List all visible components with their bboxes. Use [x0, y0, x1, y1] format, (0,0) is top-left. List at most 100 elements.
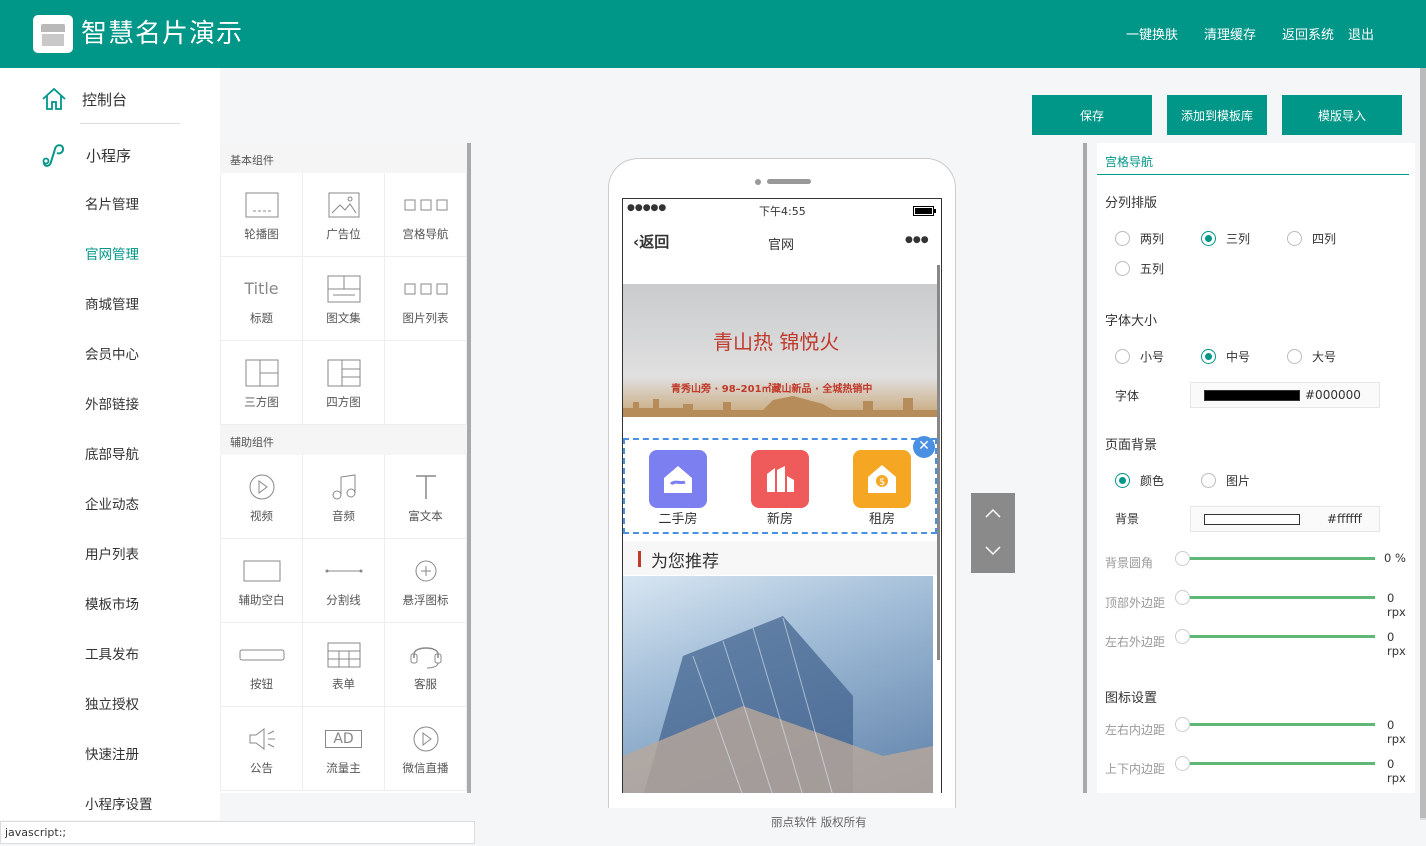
back-button[interactable]: ‹返回	[633, 231, 669, 252]
component-live[interactable]: 微信直播	[385, 707, 467, 791]
lr-margin-slider-track[interactable]	[1181, 635, 1375, 638]
component-carousel[interactable]: 轮播图	[221, 173, 303, 257]
component-button[interactable]: 按钮	[221, 623, 303, 707]
icon-tb-padding-slider-track[interactable]	[1181, 762, 1375, 765]
bg-color-picker[interactable]: #ffffff	[1190, 506, 1380, 532]
sidebar-item-shop[interactable]: 商城管理	[85, 296, 153, 346]
component-service[interactable]: 客服	[385, 623, 467, 707]
aux-components-grid: 视频 音频 富文本 辅助空白 分割线 悬浮图标 按钮 表单 客服 公告 AD 流量…	[220, 455, 471, 791]
radio-bg-color[interactable]: 颜色	[1115, 472, 1164, 489]
component-richtext-label: 富文本	[408, 508, 443, 523]
radio-three-columns[interactable]: 三列	[1201, 230, 1250, 247]
icon-lr-padding-slider-handle[interactable]	[1175, 717, 1190, 732]
component-image-list[interactable]: 图片列表	[385, 257, 467, 341]
lr-margin-slider-handle[interactable]	[1175, 629, 1190, 644]
bg-radius-slider-handle[interactable]	[1175, 551, 1190, 566]
recommend-marker	[638, 551, 641, 567]
phone-scrollbar[interactable]	[937, 265, 940, 660]
recommend-title: 为您推荐	[651, 552, 719, 572]
top-margin-slider-track[interactable]	[1181, 596, 1375, 599]
sidebar-item-bottom-nav[interactable]: 底部导航	[85, 446, 153, 496]
radio-font-large[interactable]: 大号	[1287, 348, 1336, 365]
sidebar-item-auth[interactable]: 独立授权	[85, 696, 153, 746]
save-button[interactable]: 保存	[1032, 95, 1152, 135]
radio-circle-selected	[1201, 231, 1216, 246]
aux-components-title: 辅助组件	[220, 425, 471, 455]
font-color-picker[interactable]: #000000	[1190, 382, 1380, 408]
icon-lr-padding-slider-track[interactable]	[1181, 723, 1375, 726]
sidebar-item-member[interactable]: 会员中心	[85, 346, 153, 396]
clear-cache-link[interactable]: 清理缓存	[1204, 24, 1256, 43]
component-divider[interactable]: 分割线	[303, 539, 385, 623]
component-empty	[385, 341, 467, 425]
component-spacer[interactable]: 辅助空白	[221, 539, 303, 623]
page-scrollbar[interactable]	[1420, 68, 1426, 820]
component-service-label: 客服	[414, 676, 437, 691]
back-to-system-link[interactable]: 返回系统	[1282, 24, 1334, 43]
chevron-up-icon[interactable]	[985, 508, 1001, 518]
radio-four-columns[interactable]: 四列	[1287, 230, 1336, 247]
sidebar-item-external-link[interactable]: 外部链接	[85, 396, 153, 446]
skin-switch-link[interactable]: 一键换肤	[1126, 24, 1178, 43]
component-float-icon[interactable]: 悬浮图标	[385, 539, 467, 623]
sidebar-dashboard-label: 控制台	[82, 90, 128, 109]
sidebar-dashboard[interactable]: 控制台	[40, 84, 127, 114]
preview-scrollbar[interactable]	[1083, 143, 1087, 793]
sidebar-item-users[interactable]: 用户列表	[85, 546, 153, 596]
sidebar-item-news[interactable]: 企业动态	[85, 496, 153, 546]
top-margin-slider-handle[interactable]	[1175, 590, 1190, 605]
nav-label-new-house: 新房	[766, 512, 793, 527]
bg-radius-slider-track[interactable]	[1181, 557, 1375, 560]
component-traffic[interactable]: AD 流量主	[303, 707, 385, 791]
tab-grid-nav[interactable]: 宫格导航	[1105, 153, 1153, 170]
divider-icon	[325, 554, 363, 588]
component-form[interactable]: 表单	[303, 623, 385, 707]
home-icon	[42, 87, 66, 110]
component-audio[interactable]: 音频	[303, 455, 385, 539]
radio-bg-image[interactable]: 图片	[1201, 472, 1250, 489]
grid-nav-preview[interactable]: ✕ 二手房 新房 $ 租房	[623, 436, 937, 534]
radio-label: 中号	[1226, 350, 1251, 364]
component-ad[interactable]: 广告位	[303, 173, 385, 257]
radio-font-medium[interactable]: 中号	[1201, 348, 1250, 365]
radio-five-columns[interactable]: 五列	[1115, 260, 1164, 277]
template-import-button[interactable]: 模版导入	[1282, 95, 1402, 135]
sidebar-miniprogram-label: 小程序	[86, 146, 132, 165]
page-scrollbar-thumb[interactable]	[1420, 68, 1426, 818]
font-color-label: 字体	[1115, 389, 1140, 403]
sidebar-item-website[interactable]: 官网管理	[85, 246, 153, 296]
image-text-icon	[327, 272, 361, 306]
component-image-text[interactable]: 图文集	[303, 257, 385, 341]
component-title-label: 标题	[250, 310, 273, 325]
radio-two-columns[interactable]: 两列	[1115, 230, 1164, 247]
phone-status-bar: ●●●●● 下午4:55	[623, 203, 941, 219]
sidebar-item-templates[interactable]: 模板市场	[85, 596, 153, 646]
component-four-image[interactable]: 四方图	[303, 341, 385, 425]
chevron-down-icon[interactable]	[985, 546, 1001, 556]
plus-circle-icon	[414, 554, 438, 588]
close-icon[interactable]: ✕	[913, 436, 935, 458]
sidebar-item-register[interactable]: 快速注册	[85, 746, 153, 796]
radio-font-small[interactable]: 小号	[1115, 348, 1164, 365]
component-carousel-label: 轮播图	[244, 226, 279, 241]
component-title[interactable]: Title 标题	[221, 257, 303, 341]
bg-color-label: 背景	[1115, 512, 1140, 526]
component-notice[interactable]: 公告	[221, 707, 303, 791]
speaker-icon	[248, 722, 276, 756]
component-video[interactable]: 视频	[221, 455, 303, 539]
sidebar-item-card[interactable]: 名片管理	[85, 196, 153, 246]
components-scrollbar[interactable]	[467, 143, 471, 793]
logout-link[interactable]: 退出	[1348, 24, 1374, 43]
component-grid-nav[interactable]: 宫格导航	[385, 173, 467, 257]
component-three-image[interactable]: 三方图	[221, 341, 303, 425]
icon-tb-padding-slider-handle[interactable]	[1175, 756, 1190, 771]
more-icon[interactable]: ●●●	[905, 235, 929, 245]
component-image-text-label: 图文集	[326, 310, 361, 325]
sidebar-item-publish[interactable]: 工具发布	[85, 646, 153, 696]
top-bar: 智慧名片演示 一键换肤 清理缓存 返回系统 退出	[0, 0, 1426, 68]
component-richtext[interactable]: 富文本	[385, 455, 467, 539]
rent-house-icon: $	[853, 450, 911, 508]
components-panel: 基本组件 轮播图 广告位 宫格导航 Title 标题 图文集 图片列表 三方图 四…	[220, 143, 471, 793]
add-to-template-button[interactable]: 添加到模板库	[1167, 95, 1267, 135]
sidebar-miniprogram[interactable]: 小程序	[40, 140, 131, 170]
